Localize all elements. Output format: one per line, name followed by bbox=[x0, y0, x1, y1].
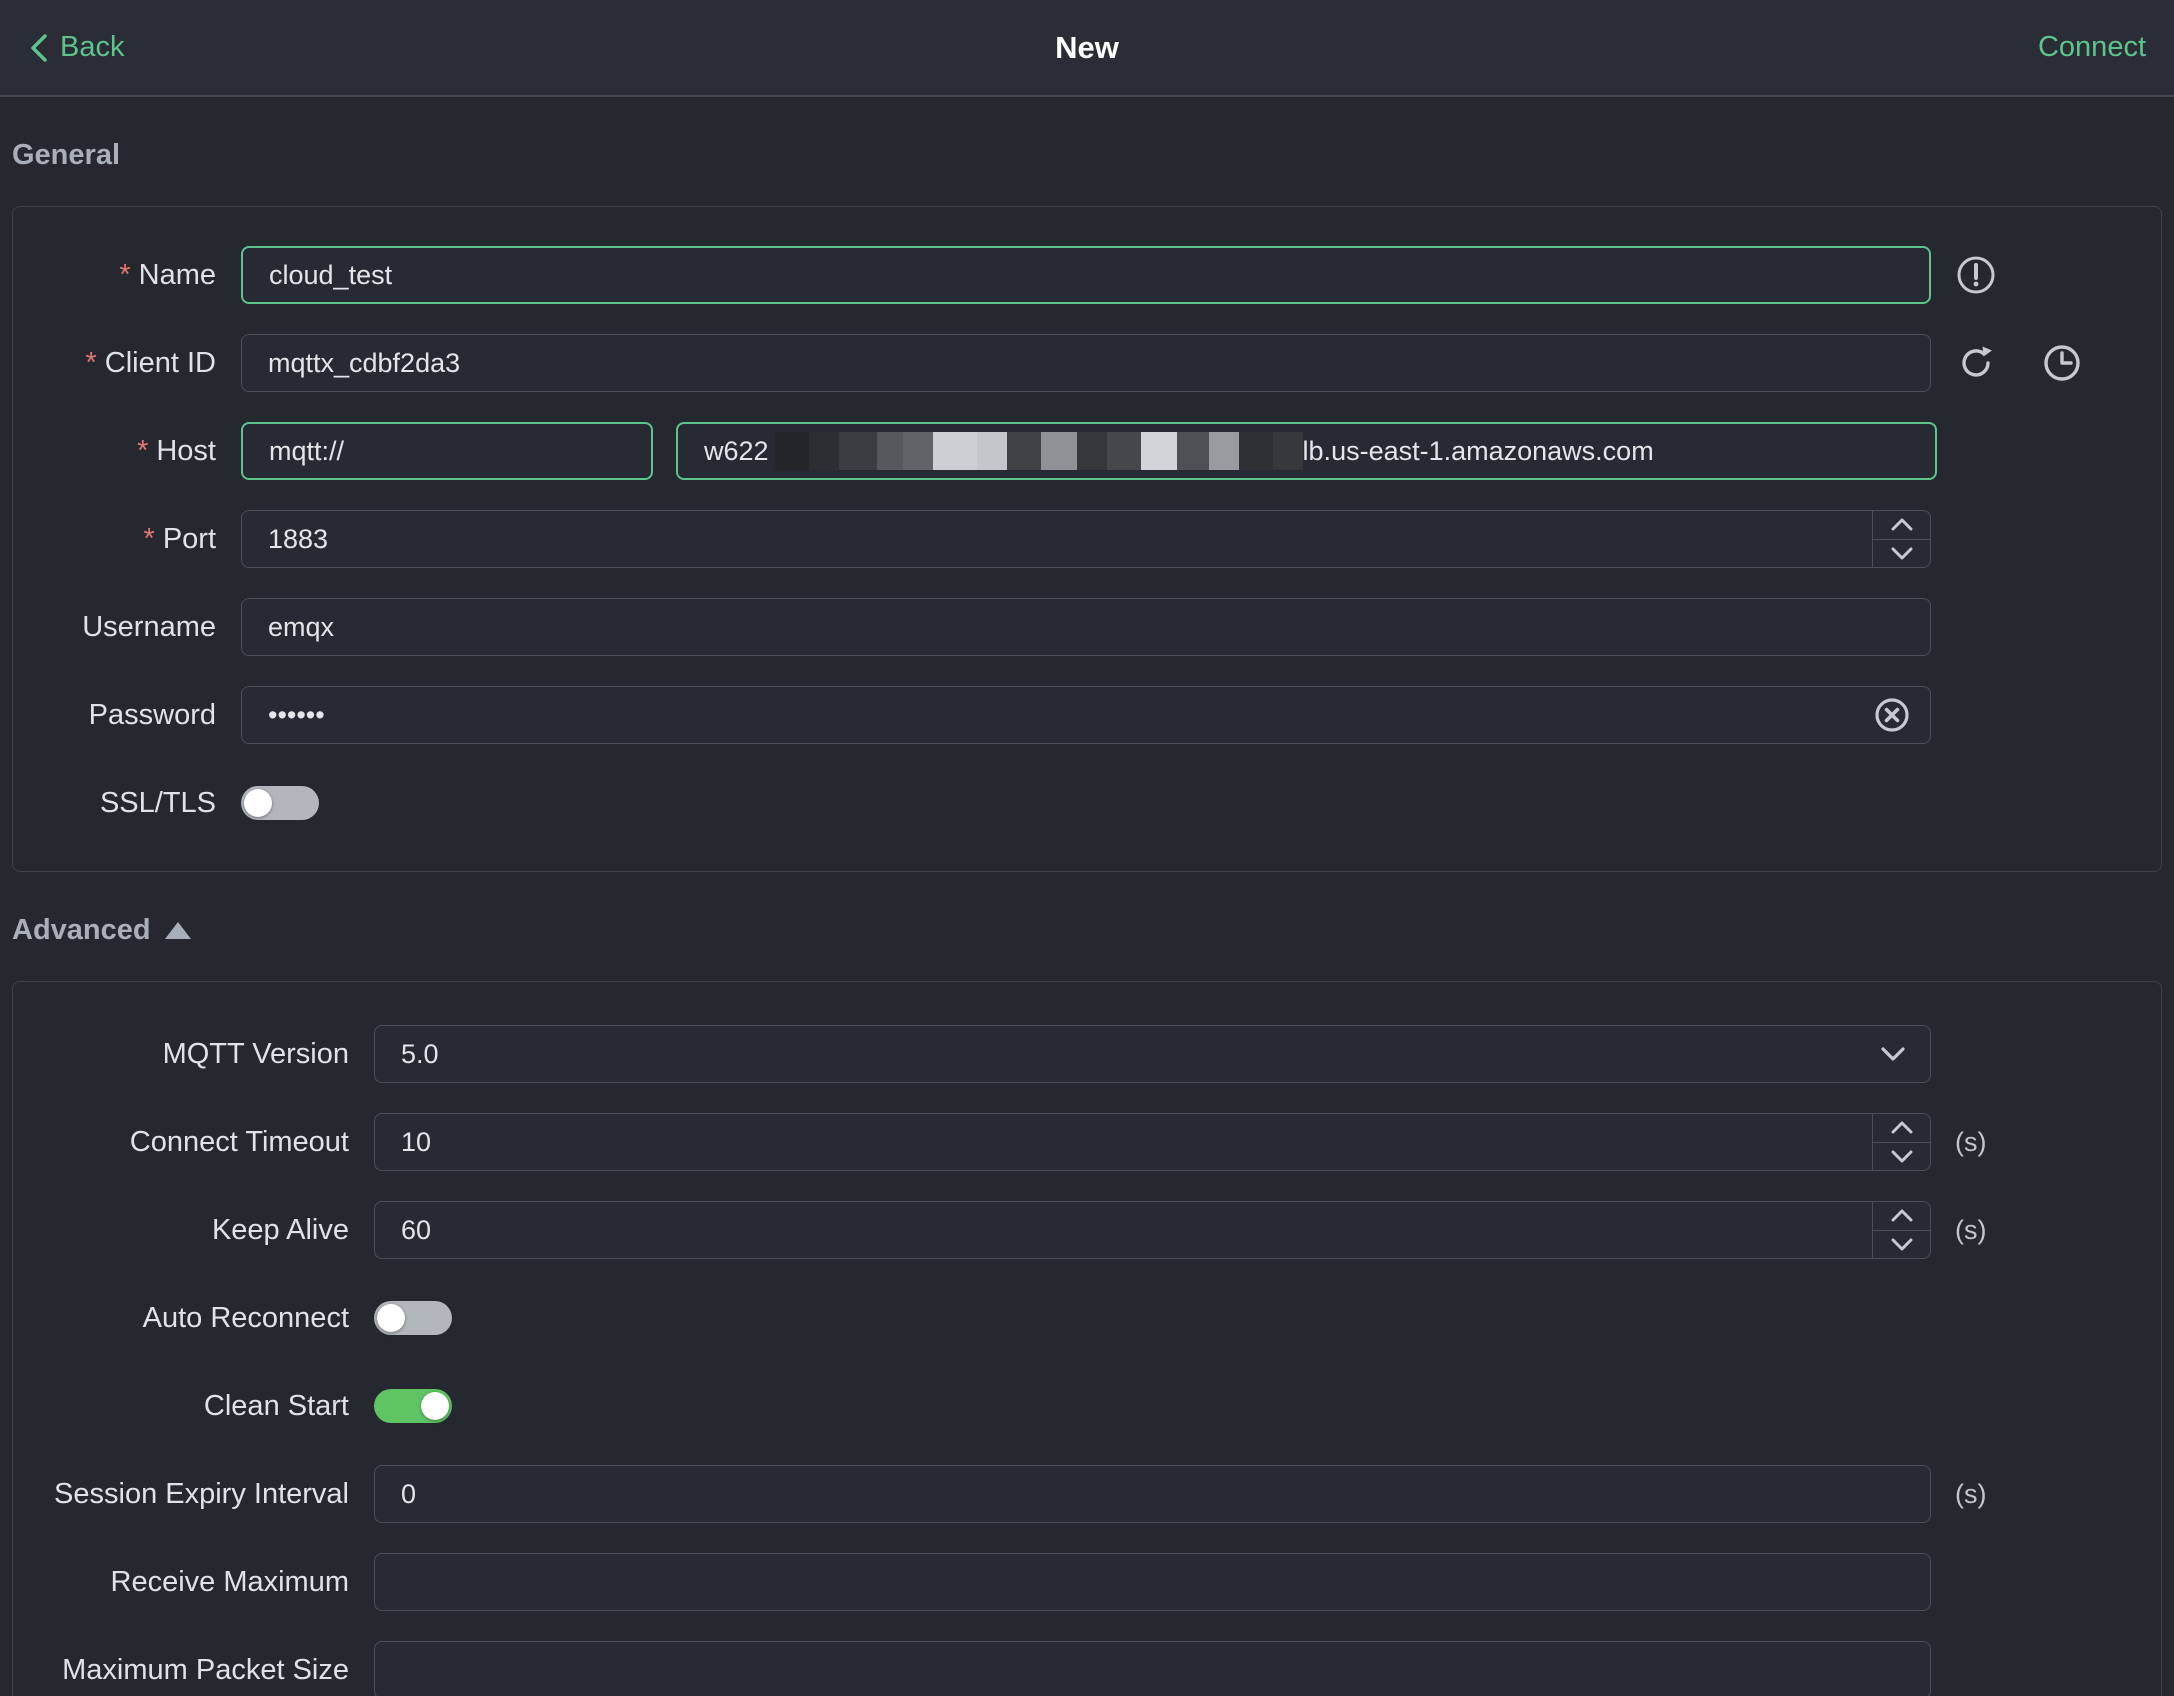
name-row: * Name bbox=[13, 231, 2161, 319]
advanced-section-title: Advanced bbox=[12, 914, 151, 946]
username-label: Username bbox=[82, 610, 216, 643]
back-label: Back bbox=[60, 31, 125, 63]
connect-timeout-label: Connect Timeout bbox=[129, 1125, 349, 1158]
required-asterisk: * bbox=[137, 434, 149, 467]
advanced-panel: MQTT Version Connect Timeout bbox=[12, 981, 2162, 1696]
clean-start-toggle[interactable] bbox=[374, 1389, 452, 1423]
ssl-toggle[interactable] bbox=[241, 786, 319, 820]
clean-start-row: Clean Start bbox=[13, 1362, 2161, 1450]
client-id-row: * Client ID bbox=[13, 319, 2161, 407]
auto-reconnect-toggle[interactable] bbox=[374, 1301, 452, 1335]
toggle-knob bbox=[244, 789, 272, 817]
receive-maximum-input-wrap bbox=[374, 1553, 1931, 1611]
name-label: * Name bbox=[119, 258, 216, 291]
auto-reconnect-label: Auto Reconnect bbox=[142, 1301, 349, 1334]
chevron-down-icon bbox=[649, 441, 651, 461]
spinner-up-icon[interactable] bbox=[1873, 511, 1930, 540]
clean-start-label: Clean Start bbox=[203, 1389, 349, 1422]
port-label: * Port bbox=[143, 522, 216, 555]
keep-alive-input-wrap bbox=[374, 1201, 1931, 1259]
host-protocol-select[interactable] bbox=[241, 422, 653, 480]
auto-reconnect-row: Auto Reconnect bbox=[13, 1274, 2161, 1362]
port-input[interactable] bbox=[242, 511, 1872, 567]
clear-password-icon[interactable] bbox=[1872, 695, 1912, 735]
seconds-suffix: (s) bbox=[1955, 1126, 1987, 1157]
username-input[interactable] bbox=[242, 599, 1930, 655]
host-input-wrap[interactable]: w622 lb.us-east-1.amazonaws.com bbox=[676, 422, 1937, 480]
password-label: Password bbox=[88, 698, 216, 731]
receive-maximum-row: Receive Maximum bbox=[13, 1538, 2161, 1626]
general-section-header: General bbox=[12, 139, 2162, 172]
spinner-down-icon[interactable] bbox=[1873, 540, 1930, 568]
receive-maximum-label: Receive Maximum bbox=[110, 1565, 350, 1598]
connect-timeout-input[interactable] bbox=[375, 1114, 1872, 1170]
chevron-down-icon bbox=[1878, 1044, 1908, 1064]
mqtt-version-row: MQTT Version bbox=[13, 1010, 2161, 1098]
password-input[interactable] bbox=[242, 687, 1872, 743]
toggle-knob bbox=[421, 1392, 449, 1420]
refresh-icon[interactable] bbox=[1955, 342, 1997, 384]
history-clock-icon[interactable] bbox=[2041, 342, 2083, 384]
general-section-title: General bbox=[12, 139, 120, 171]
page-title: New bbox=[1055, 29, 1119, 65]
host-protocol-value bbox=[243, 424, 649, 478]
keep-alive-row: Keep Alive (s) bbox=[13, 1186, 2161, 1274]
ssl-row: SSL/TLS bbox=[13, 759, 2161, 847]
ssl-label: SSL/TLS bbox=[99, 786, 216, 819]
client-id-input[interactable] bbox=[242, 335, 1930, 391]
required-asterisk: * bbox=[85, 346, 97, 379]
client-id-label: * Client ID bbox=[85, 346, 217, 379]
seconds-suffix: (s) bbox=[1955, 1478, 1987, 1509]
session-expiry-input[interactable] bbox=[375, 1466, 1930, 1522]
port-spinner bbox=[1872, 511, 1930, 567]
session-expiry-input-wrap bbox=[374, 1465, 1931, 1523]
max-packet-size-row: Maximum Packet Size bbox=[13, 1626, 2161, 1696]
username-row: Username bbox=[13, 583, 2161, 671]
spinner-down-icon[interactable] bbox=[1873, 1231, 1930, 1259]
max-packet-size-label: Maximum Packet Size bbox=[62, 1653, 349, 1686]
keep-alive-label: Keep Alive bbox=[211, 1213, 349, 1246]
collapse-triangle-icon bbox=[164, 922, 191, 939]
spinner-up-icon[interactable] bbox=[1873, 1114, 1930, 1143]
receive-maximum-input[interactable] bbox=[375, 1554, 1930, 1610]
password-input-wrap bbox=[241, 686, 1931, 744]
host-value-prefix: w622 bbox=[704, 435, 769, 466]
host-value-suffix: lb.us-east-1.amazonaws.com bbox=[1302, 435, 1654, 466]
warning-icon[interactable] bbox=[1955, 254, 1997, 296]
required-asterisk: * bbox=[119, 258, 131, 291]
name-input[interactable] bbox=[243, 248, 1929, 302]
password-row: Password bbox=[13, 671, 2161, 759]
mqtt-version-label: MQTT Version bbox=[162, 1037, 349, 1070]
chevron-left-icon bbox=[28, 33, 50, 63]
connect-button[interactable]: Connect bbox=[2038, 31, 2146, 64]
advanced-section-header[interactable]: Advanced bbox=[12, 914, 2162, 947]
connect-timeout-input-wrap bbox=[374, 1113, 1931, 1171]
spinner-down-icon[interactable] bbox=[1873, 1143, 1930, 1171]
client-id-input-wrap bbox=[241, 334, 1931, 392]
keep-alive-input[interactable] bbox=[375, 1202, 1872, 1258]
spinner-up-icon[interactable] bbox=[1873, 1202, 1930, 1231]
name-input-wrap bbox=[241, 246, 1931, 304]
username-input-wrap bbox=[241, 598, 1931, 656]
max-packet-size-input[interactable] bbox=[375, 1642, 1930, 1696]
redacted-host-segment bbox=[774, 432, 1303, 470]
mqtt-version-select[interactable] bbox=[374, 1025, 1931, 1083]
seconds-suffix: (s) bbox=[1955, 1214, 1987, 1245]
toggle-knob bbox=[377, 1304, 405, 1332]
session-expiry-row: Session Expiry Interval (s) bbox=[13, 1450, 2161, 1538]
required-asterisk: * bbox=[143, 522, 155, 555]
keep-alive-spinner bbox=[1872, 1202, 1930, 1258]
port-input-wrap bbox=[241, 510, 1931, 568]
mqtt-version-value bbox=[375, 1026, 1878, 1082]
host-row: *Host w622 lb.us-east-1.amazonaws.com bbox=[13, 407, 2161, 495]
top-bar: Back New Connect bbox=[0, 0, 2174, 97]
host-label: * Host bbox=[137, 434, 216, 467]
general-panel: *Name *Client ID bbox=[12, 206, 2162, 872]
session-expiry-label: Session Expiry Interval bbox=[54, 1477, 349, 1510]
connect-timeout-row: Connect Timeout (s) bbox=[13, 1098, 2161, 1186]
port-row: * Port bbox=[13, 495, 2161, 583]
connect-timeout-spinner bbox=[1872, 1114, 1930, 1170]
max-packet-size-input-wrap bbox=[374, 1641, 1931, 1696]
back-button[interactable]: Back bbox=[28, 31, 124, 64]
